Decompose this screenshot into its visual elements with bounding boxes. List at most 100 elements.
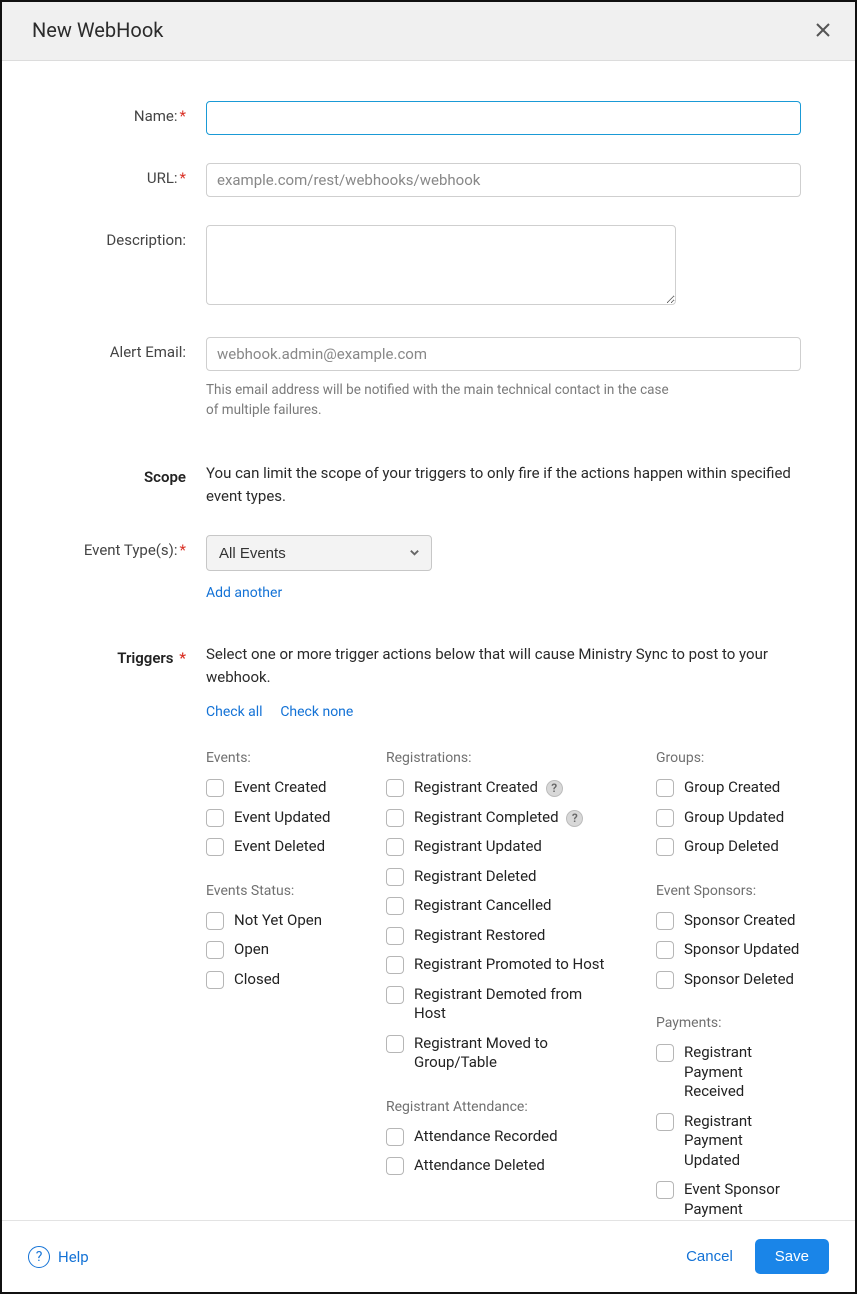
- trigger-checkbox[interactable]: [386, 868, 404, 886]
- trigger-group-header: Registrant Attendance:: [386, 1099, 616, 1115]
- event-types-label: Event Type(s):*: [32, 535, 192, 559]
- trigger-checkbox[interactable]: [386, 956, 404, 974]
- trigger-checkbox-label[interactable]: Registrant Updated: [414, 837, 542, 857]
- trigger-checkbox[interactable]: [206, 971, 224, 989]
- trigger-checkbox-label[interactable]: Event Updated: [234, 808, 330, 828]
- trigger-item: Registrant Updated: [386, 837, 616, 857]
- scope-text: You can limit the scope of your triggers…: [206, 462, 801, 507]
- trigger-group: Registrant Attendance: Attendance Recorde…: [386, 1099, 616, 1176]
- trigger-checkbox-label[interactable]: Registrant Payment Received: [684, 1043, 801, 1102]
- trigger-checkbox-label[interactable]: Registrant Cancelled: [414, 896, 552, 916]
- trigger-checkbox-label[interactable]: Sponsor Created: [684, 911, 795, 931]
- trigger-item: Registrant Promoted to Host: [386, 955, 616, 975]
- trigger-checkbox[interactable]: [656, 1113, 674, 1131]
- trigger-group: Event Sponsors:Sponsor CreatedSponsor Up…: [656, 883, 801, 990]
- trigger-checkbox-label[interactable]: Group Updated: [684, 808, 784, 828]
- trigger-item: Closed: [206, 970, 346, 990]
- trigger-checkbox-label[interactable]: Event Sponsor Payment Received: [684, 1180, 801, 1220]
- trigger-item: Registrant Payment Received: [656, 1043, 801, 1102]
- trigger-checkbox[interactable]: [386, 1128, 404, 1146]
- trigger-group: Events:Event CreatedEvent UpdatedEvent D…: [206, 750, 346, 857]
- trigger-item: Registrant Restored: [386, 926, 616, 946]
- trigger-checkbox-label[interactable]: Registrant Payment Updated: [684, 1112, 801, 1171]
- check-all-link[interactable]: Check all: [206, 704, 263, 720]
- check-none-link[interactable]: Check none: [280, 704, 353, 720]
- trigger-checkbox-label[interactable]: Sponsor Updated: [684, 940, 799, 960]
- close-icon[interactable]: [813, 20, 833, 40]
- trigger-checkbox[interactable]: [206, 779, 224, 797]
- alert-email-input[interactable]: [206, 337, 801, 371]
- trigger-item: Group Updated: [656, 808, 801, 828]
- trigger-checkbox[interactable]: [386, 927, 404, 945]
- trigger-checkbox-label[interactable]: Registrant Moved to Group/Table: [414, 1034, 616, 1073]
- cancel-button[interactable]: Cancel: [686, 1248, 733, 1265]
- trigger-checkbox-label[interactable]: Group Deleted: [684, 837, 779, 857]
- trigger-checkbox[interactable]: [386, 838, 404, 856]
- event-types-select[interactable]: All Events: [206, 535, 432, 571]
- scope-label: Scope: [32, 462, 192, 486]
- trigger-item: Not Yet Open: [206, 911, 346, 931]
- triggers-text: Select one or more trigger actions below…: [206, 643, 801, 688]
- trigger-checkbox-label[interactable]: Event Deleted: [234, 837, 325, 857]
- trigger-checkbox[interactable]: [656, 809, 674, 827]
- name-input[interactable]: [206, 101, 801, 135]
- alert-email-hint: This email address will be notified with…: [206, 381, 676, 420]
- trigger-item: Open: [206, 940, 346, 960]
- trigger-checkbox-label[interactable]: Event Created: [234, 778, 327, 798]
- event-types-select-wrap[interactable]: All Events: [206, 535, 432, 571]
- trigger-item: Registrant Payment Updated: [656, 1112, 801, 1171]
- trigger-item: Sponsor Updated: [656, 940, 801, 960]
- trigger-checkbox[interactable]: [386, 897, 404, 915]
- alert-email-label: Alert Email:: [32, 337, 192, 361]
- help-tooltip-icon[interactable]: ?: [546, 780, 563, 797]
- trigger-checkbox-label[interactable]: Registrant Promoted to Host: [414, 955, 604, 975]
- trigger-checkbox-label[interactable]: Closed: [234, 970, 280, 990]
- trigger-checkbox[interactable]: [386, 1157, 404, 1175]
- trigger-group-header: Registrations:: [386, 750, 616, 766]
- trigger-checkbox[interactable]: [206, 941, 224, 959]
- help-link[interactable]: ? Help: [28, 1246, 89, 1268]
- triggers-col-2: Groups:Group CreatedGroup UpdatedGroup D…: [656, 750, 801, 1220]
- trigger-checkbox[interactable]: [656, 838, 674, 856]
- trigger-checkbox[interactable]: [656, 941, 674, 959]
- trigger-checkbox-label[interactable]: Registrant Demoted from Host: [414, 985, 616, 1024]
- trigger-checkbox-label[interactable]: Group Created: [684, 778, 780, 798]
- dialog-header: New WebHook: [2, 2, 855, 61]
- trigger-checkbox[interactable]: [206, 838, 224, 856]
- triggers-col-1: Registrations: Registrant Created ? Regist…: [386, 750, 616, 1220]
- trigger-checkbox[interactable]: [656, 912, 674, 930]
- help-tooltip-icon[interactable]: ?: [566, 810, 583, 827]
- trigger-item: Sponsor Deleted: [656, 970, 801, 990]
- trigger-checkbox-label[interactable]: Registrant Deleted: [414, 867, 537, 887]
- trigger-checkbox[interactable]: [656, 1181, 674, 1199]
- trigger-checkbox-label[interactable]: Attendance Deleted: [414, 1156, 545, 1176]
- trigger-checkbox[interactable]: [656, 1044, 674, 1062]
- trigger-checkbox-label[interactable]: Attendance Recorded: [414, 1127, 558, 1147]
- dialog-body: Name:* URL:* Description:: [2, 61, 855, 1220]
- trigger-checkbox[interactable]: [386, 986, 404, 1004]
- description-textarea[interactable]: [206, 225, 676, 305]
- trigger-checkbox[interactable]: [386, 1035, 404, 1053]
- trigger-item: Attendance Recorded: [386, 1127, 616, 1147]
- url-input[interactable]: [206, 163, 801, 197]
- trigger-item: Event Created: [206, 778, 346, 798]
- trigger-item: Event Updated: [206, 808, 346, 828]
- trigger-checkbox-label[interactable]: Registrant Completed ?: [414, 808, 583, 828]
- trigger-checkbox[interactable]: [206, 809, 224, 827]
- name-label: Name:*: [32, 101, 192, 125]
- save-button[interactable]: Save: [755, 1239, 829, 1274]
- trigger-checkbox-label[interactable]: Registrant Created ?: [414, 778, 563, 798]
- trigger-checkbox[interactable]: [206, 912, 224, 930]
- add-another-link[interactable]: Add another: [206, 585, 282, 601]
- trigger-item: Registrant Moved to Group/Table: [386, 1034, 616, 1073]
- trigger-item: Group Created: [656, 778, 801, 798]
- trigger-group: Payments:Registrant Payment ReceivedRegi…: [656, 1015, 801, 1220]
- trigger-checkbox[interactable]: [656, 971, 674, 989]
- trigger-checkbox-label[interactable]: Registrant Restored: [414, 926, 545, 946]
- trigger-checkbox[interactable]: [386, 809, 404, 827]
- trigger-checkbox-label[interactable]: Open: [234, 940, 269, 960]
- trigger-checkbox[interactable]: [386, 779, 404, 797]
- trigger-checkbox[interactable]: [656, 779, 674, 797]
- trigger-checkbox-label[interactable]: Sponsor Deleted: [684, 970, 794, 990]
- trigger-checkbox-label[interactable]: Not Yet Open: [234, 911, 322, 931]
